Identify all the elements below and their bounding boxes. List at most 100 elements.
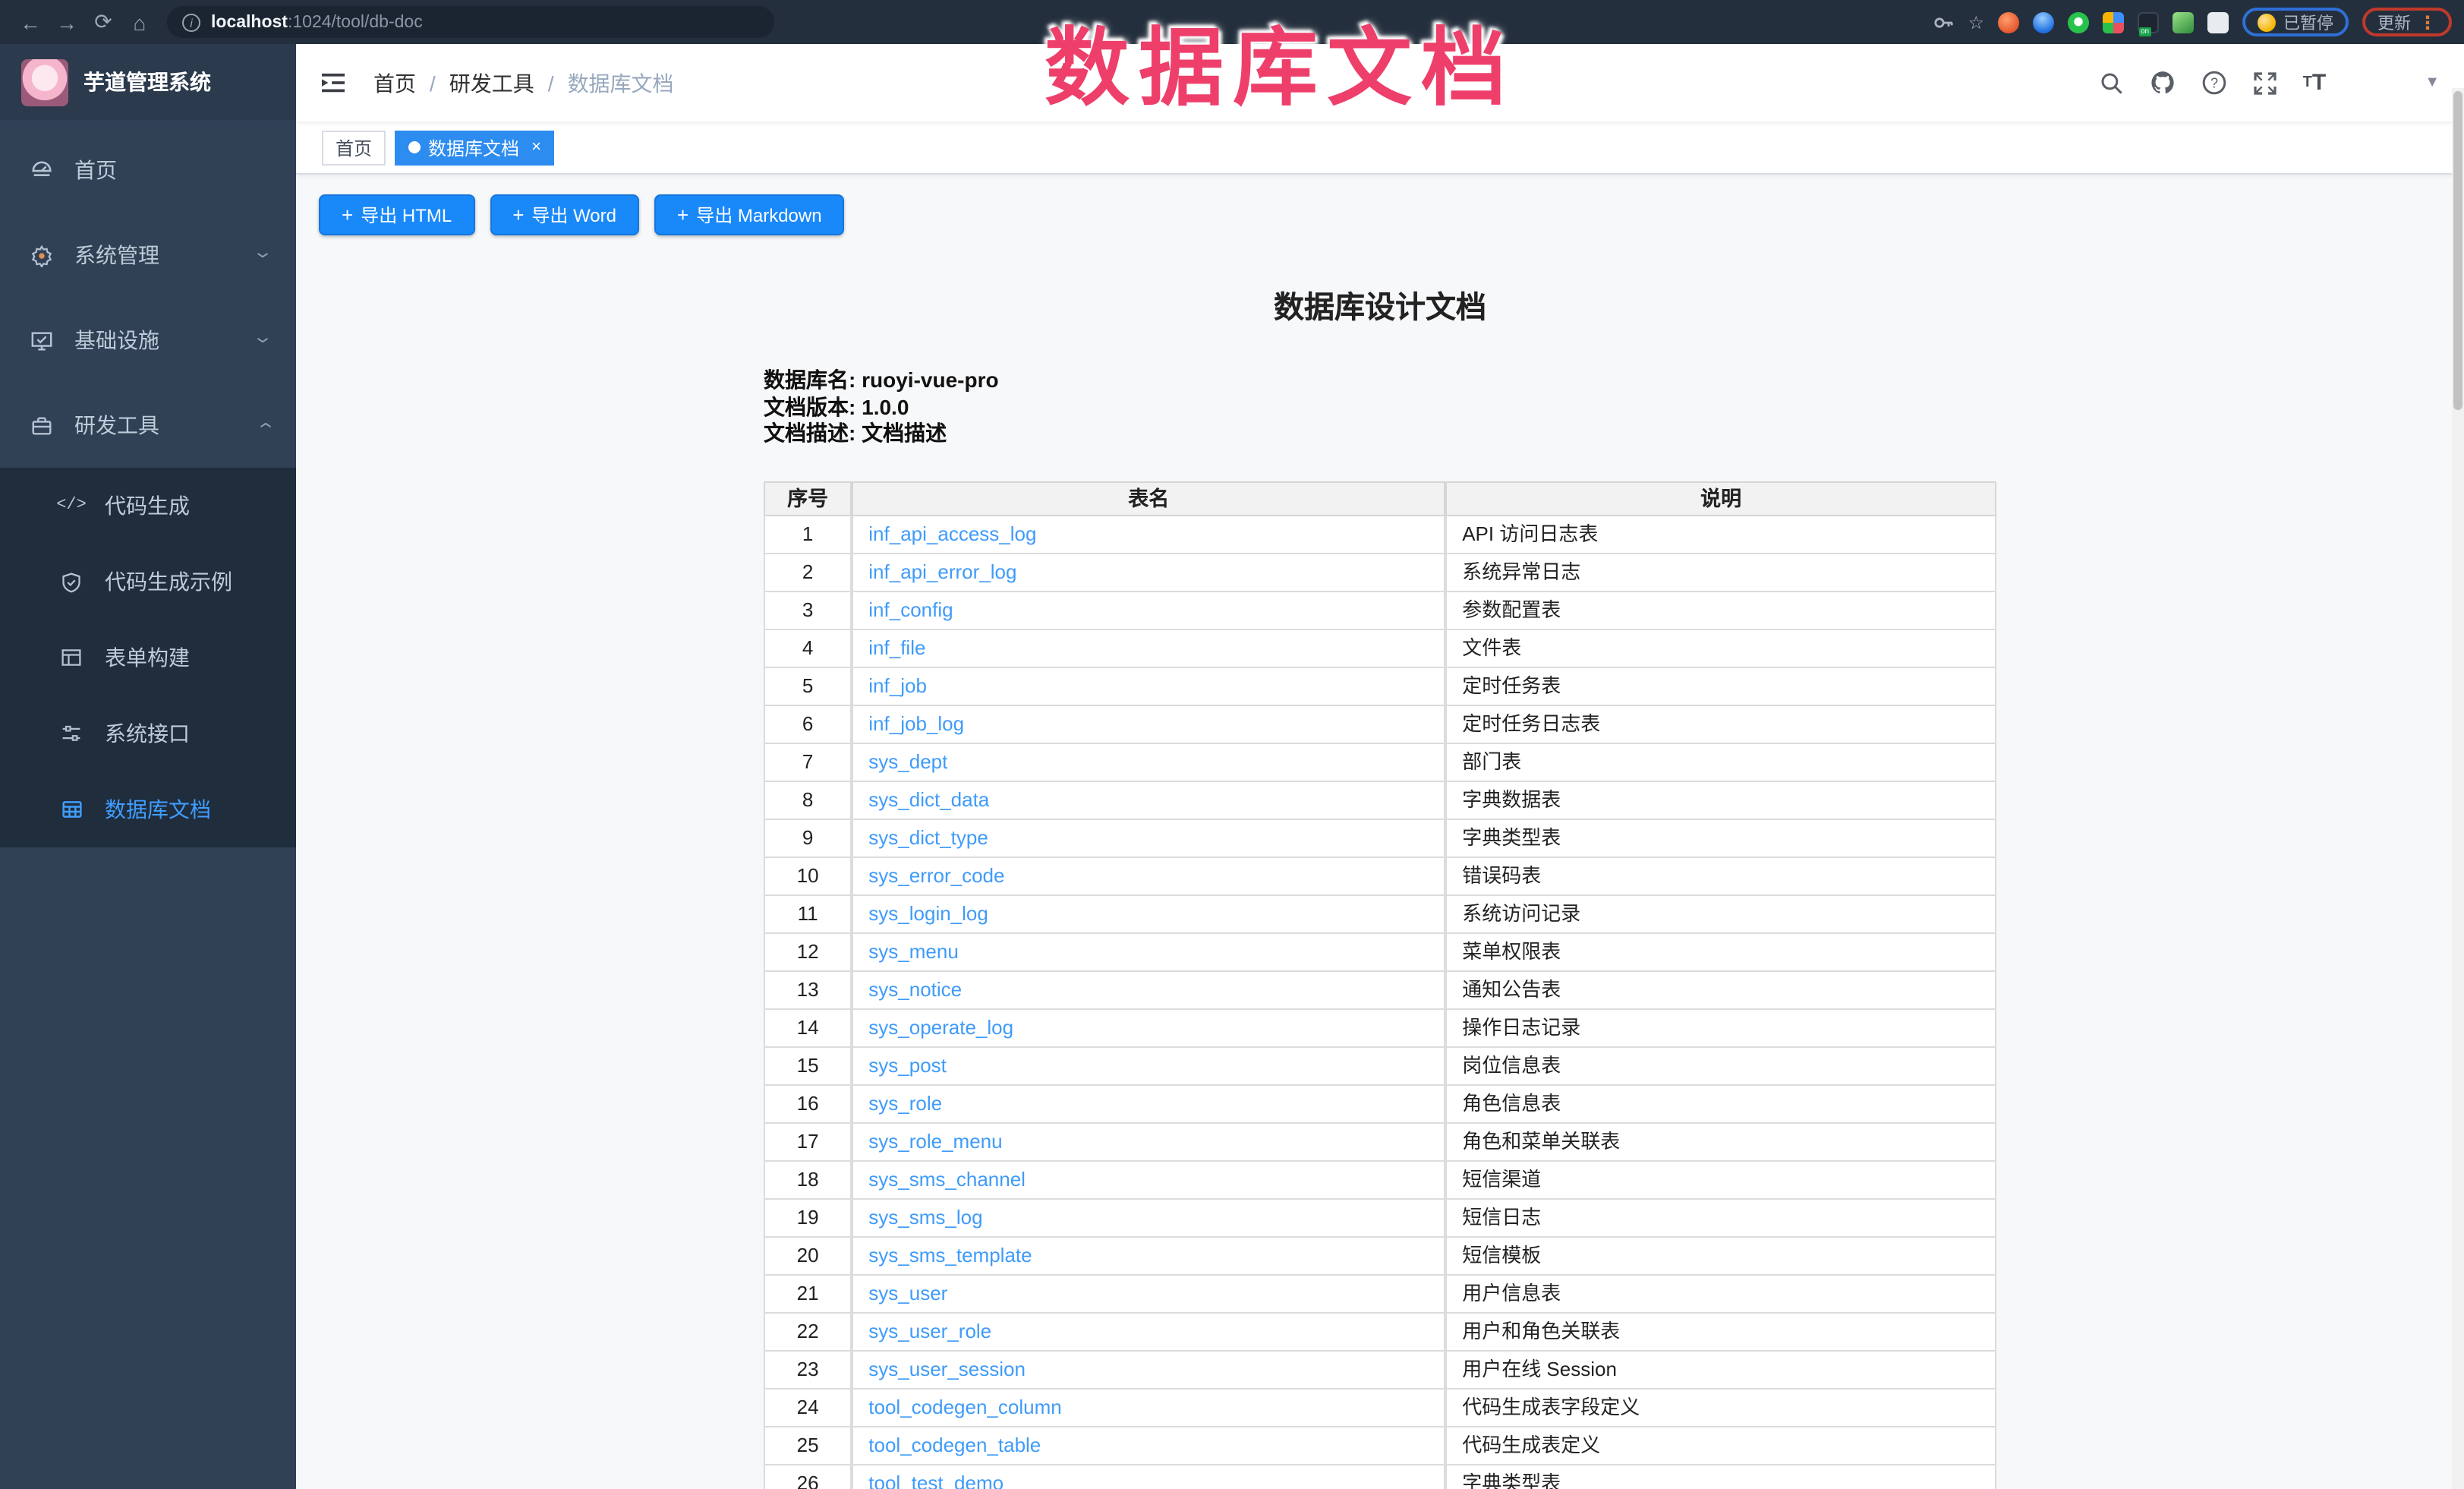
breadcrumb-devtools[interactable]: 研发工具 [449, 68, 534, 98]
table-name-link[interactable]: tool_codegen_table [868, 1434, 1041, 1456]
table-name-link[interactable]: sys_dept [868, 750, 947, 773]
meta-description: 文档描述: 文档描述 [764, 421, 1996, 447]
table-name-link[interactable]: sys_sms_log [868, 1206, 982, 1229]
document-meta: 数据库名: ruoyi-vue-pro 文档版本: 1.0.0 文档描述: 文档… [764, 368, 1996, 448]
table-name-link[interactable]: sys_sms_template [868, 1244, 1032, 1267]
github-icon[interactable] [2150, 70, 2176, 96]
extension-blue-icon[interactable] [2033, 11, 2054, 33]
table-name-link[interactable]: inf_file [868, 636, 925, 659]
close-tag-icon[interactable]: × [531, 138, 541, 156]
db-design-document: 数据库设计文档 数据库名: ruoyi-vue-pro 文档版本: 1.0.0 … [764, 282, 1996, 1489]
sidebar-item-form-builder[interactable]: 表单构建 [0, 620, 296, 696]
scrollbar-thumb[interactable] [2453, 91, 2462, 410]
table-name-link[interactable]: sys_user [868, 1282, 947, 1304]
app-header: 首页 / 研发工具 / 数据库文档 ? TT [296, 44, 2464, 121]
table-name-link[interactable]: sys_menu [868, 940, 959, 963]
export-html-button[interactable]: + 导出 HTML [319, 194, 474, 235]
sidebar-item-home[interactable]: 首页 [0, 128, 296, 213]
extension-leaf-icon[interactable] [2173, 11, 2194, 33]
browser-actions: ☆ 已暂停 更新 ⋮ [1933, 8, 2452, 36]
tag-db-doc[interactable]: 数据库文档 × [395, 130, 555, 165]
table-name-link[interactable]: sys_role [868, 1092, 942, 1115]
app-title: 芋道管理系统 [83, 67, 211, 97]
table-row: 26 tool_test_demo 字典类型表 [764, 1465, 1996, 1489]
table-name-link[interactable]: sys_user_session [868, 1358, 1026, 1380]
sidebar-item-api[interactable]: 系统接口 [0, 696, 296, 771]
sidebar-item-codegen[interactable]: </> 代码生成 [0, 468, 296, 544]
browser-back-icon[interactable]: ← [12, 10, 49, 34]
sidebar-item-system[interactable]: 系统管理 › [0, 213, 296, 298]
sidebar-collapse-icon[interactable] [320, 71, 346, 94]
table-name-link[interactable]: sys_error_code [868, 864, 1004, 887]
font-size-icon[interactable]: TT [2303, 70, 2327, 96]
table-name-link[interactable]: sys_dict_type [868, 826, 988, 849]
code-icon: </> [59, 494, 83, 518]
row-description: 短信日志 [1445, 1200, 1996, 1238]
tag-home[interactable]: 首页 [322, 130, 386, 165]
address-bar[interactable]: i localhost:1024/tool/db-doc [167, 6, 774, 38]
table-row: 12 sys_menu 菜单权限表 [764, 934, 1996, 972]
search-icon[interactable] [2100, 71, 2124, 95]
table-name-link[interactable]: sys_sms_channel [868, 1168, 1026, 1191]
row-index: 1 [764, 516, 852, 554]
table-name-link[interactable]: sys_operate_log [868, 1016, 1013, 1039]
table-row: 7 sys_dept 部门表 [764, 744, 1996, 782]
sidebar-item-db-doc[interactable]: 数据库文档 [0, 771, 296, 847]
table-name-link[interactable]: inf_job [868, 674, 927, 697]
col-header-desc: 说明 [1445, 481, 1996, 516]
row-description: 字典类型表 [1445, 820, 1996, 858]
page-info-icon[interactable]: i [182, 13, 200, 31]
help-icon[interactable]: ? [2201, 70, 2227, 96]
chevron-down-icon: › [249, 337, 279, 343]
table-name-link[interactable]: inf_api_access_log [868, 522, 1036, 545]
sidebar-item-codegen-demo[interactable]: 代码生成示例 [0, 544, 296, 620]
browser-home-icon[interactable]: ⌂ [121, 10, 158, 34]
table-name-link[interactable]: tool_test_demo [868, 1472, 1004, 1489]
table-name-link[interactable]: inf_api_error_log [868, 560, 1016, 583]
password-key-icon[interactable] [1933, 11, 1954, 33]
page-scrollbar[interactable] [2452, 88, 2464, 1489]
monitor-icon [29, 328, 53, 352]
table-name-link[interactable]: sys_role_menu [868, 1130, 1002, 1153]
table-name-link[interactable]: sys_dict_data [868, 788, 989, 811]
table-name-link[interactable]: sys_user_role [868, 1320, 991, 1342]
row-index: 21 [764, 1276, 852, 1314]
browser-window: ← → ⟳ ⌂ i localhost:1024/tool/db-doc ☆ 已… [0, 0, 2464, 1489]
browser-forward-icon[interactable]: → [49, 10, 85, 34]
export-buttons-row: + 导出 HTML + 导出 Word + 导出 Markdown [319, 194, 2441, 235]
paused-extension-chip[interactable]: 已暂停 [2242, 8, 2349, 36]
plus-icon: + [512, 203, 524, 226]
sidebar-item-devtools[interactable]: 研发工具 › [0, 383, 296, 468]
sidebar-item-label: 系统接口 [105, 718, 190, 749]
export-word-button[interactable]: + 导出 Word [490, 194, 639, 235]
extension-green-check-icon[interactable] [2068, 11, 2089, 33]
chrome-update-chip[interactable]: 更新 ⋮ [2362, 8, 2452, 36]
table-name-link[interactable]: sys_post [868, 1054, 947, 1077]
row-description: 角色和菜单关联表 [1445, 1124, 1996, 1162]
table-row: 20 sys_sms_template 短信模板 [764, 1238, 1996, 1276]
table-name-link[interactable]: sys_notice [868, 978, 962, 1001]
row-index: 23 [764, 1352, 852, 1390]
fullscreen-icon[interactable] [2253, 71, 2277, 95]
table-name-link[interactable]: tool_codegen_column [868, 1396, 1061, 1418]
breadcrumb-home[interactable]: 首页 [373, 68, 416, 98]
table-name-link[interactable]: sys_login_log [868, 902, 988, 925]
extension-grid-icon[interactable] [2103, 11, 2124, 33]
bookmark-star-icon[interactable]: ☆ [1968, 11, 1984, 33]
user-avatar[interactable] [2352, 59, 2399, 106]
extension-red-icon[interactable] [1998, 11, 2019, 33]
table-row: 10 sys_error_code 错误码表 [764, 858, 1996, 896]
extension-on-badge-icon[interactable] [2138, 11, 2159, 33]
browser-menu-icon[interactable]: ⋮ [2418, 11, 2437, 33]
extensions-puzzle-icon[interactable] [2207, 11, 2229, 33]
export-markdown-button[interactable]: + 导出 Markdown [654, 194, 845, 235]
row-index: 24 [764, 1390, 852, 1427]
row-index: 3 [764, 592, 852, 630]
app-logo-row[interactable]: 芋道管理系统 [0, 44, 296, 120]
table-name-link[interactable]: inf_job_log [868, 712, 964, 735]
table-name-link[interactable]: inf_config [868, 598, 953, 621]
sidebar-item-label: 基础设施 [74, 325, 159, 355]
browser-reload-icon[interactable]: ⟳ [85, 9, 121, 35]
sidebar-item-infra[interactable]: 基础设施 › [0, 298, 296, 383]
user-menu-caret-icon[interactable]: ▼ [2425, 74, 2440, 91]
